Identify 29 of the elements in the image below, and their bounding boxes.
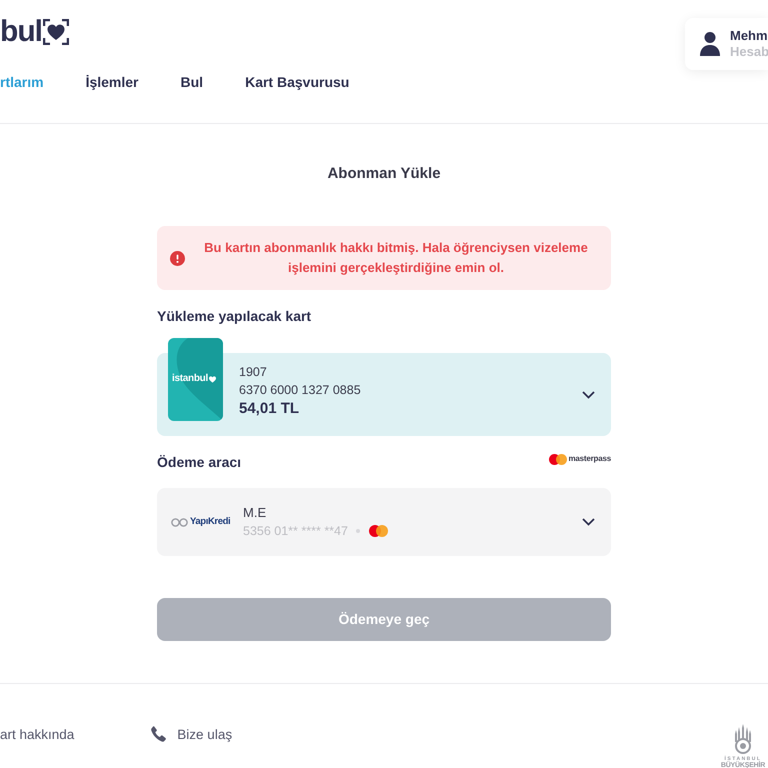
logo-text[interactable]: bul [0,17,42,47]
chevron-down-icon [582,390,595,398]
footer-link[interactable]: art hakkında [0,726,74,744]
chevron-down-icon [582,518,595,526]
card-holder: M.E [243,504,266,522]
heart-logo-icon [43,19,69,45]
alert-message: Bu kartın abonmanlık hakkı bitmiş. Hala öğrenciysen vizeleme işlemini gerçekleştirdiğine emin ol. [203,239,589,277]
mastercard-icon [368,525,388,537]
heart-icon [208,376,216,382]
provider-logo-text: masterpass [568,454,611,464]
footer-link[interactable]: Bize ulaş [177,726,232,744]
bank-logo-icon [171,518,188,526]
bank-logo-text: YapıKredi [190,516,230,528]
nav-tab[interactable]: Kart Başvurusu [245,72,350,92]
masterpass-logo-icon [548,454,567,464]
section-label: Ödeme aracı [157,454,242,470]
phone-icon [151,726,166,742]
page-title: Abonman Yükle [327,164,441,184]
card-number: 6370 6000 1327 0885 [239,382,361,398]
municipality-logo-icon [732,724,754,754]
user-icon [700,32,720,56]
user-name: Mehm [730,28,768,44]
card-brand-text: istanbul [172,373,208,385]
nav-tab[interactable]: Bul [180,72,204,92]
nav-tab[interactable]: İşlemler [86,72,139,92]
card-balance: 54,01 TL [239,398,300,418]
card-name: 1907 [239,364,268,380]
section-label: Yükleme yapılacak kart [157,308,312,324]
warning-icon [170,250,185,266]
